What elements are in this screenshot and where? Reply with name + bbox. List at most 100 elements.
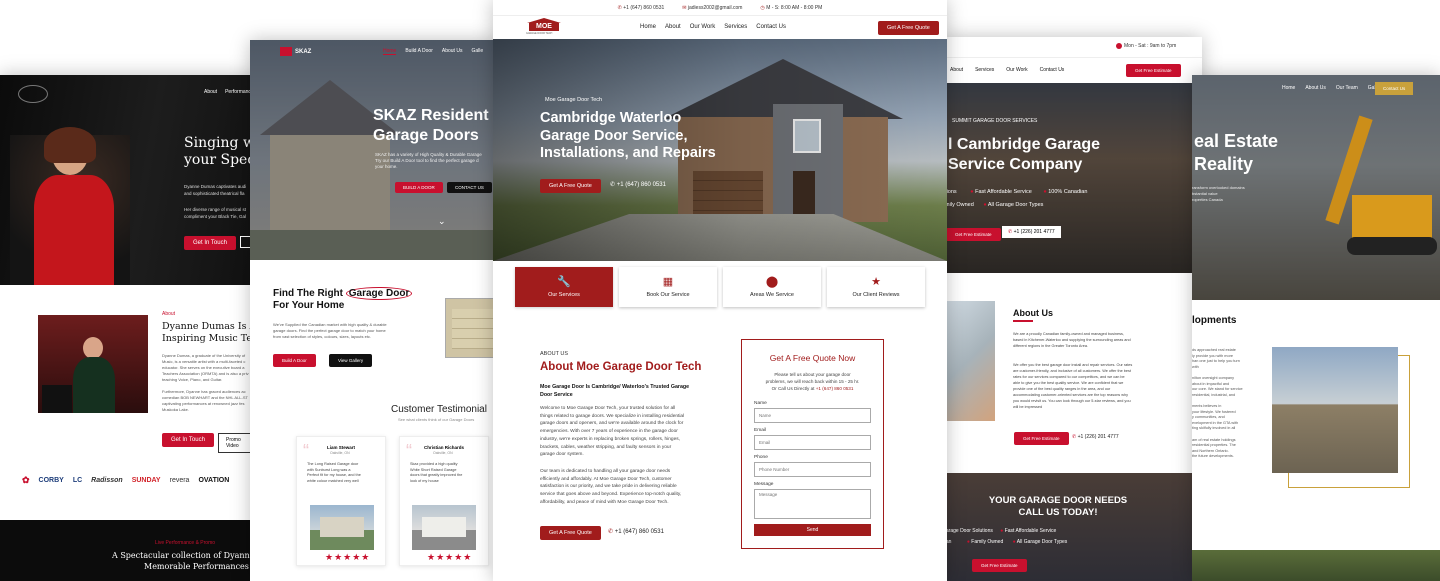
singer-photo [10,115,160,285]
nav-our-work[interactable]: Our Work [690,24,716,30]
top-bar: ✆ +1 (647) 860 0531 ✉ jadiess2002@gmail.… [493,0,947,15]
sponsor-logos: ✿ CORBY LC Radisson SUNDAY revera OVATIO… [22,475,260,486]
nav-home[interactable]: Home [1282,85,1295,91]
get-in-touch-button-2[interactable]: Get In Touch [162,433,214,447]
hero-section: Moe Garage Door Tech Cambridge Waterloo … [493,39,947,261]
check-icon: ● [983,202,987,208]
about-estimate-button[interactable]: Get Free Estimate [1014,432,1069,445]
find-title-post: For Your Home [273,300,345,311]
nav: Home About Us Our Team Gallery [1282,85,1384,91]
tab-areas-we-service[interactable]: ⬤ Areas We Service [723,267,821,307]
find-section: Find The Right Garage Door For Your Home… [250,260,500,380]
hero-title: eal Estate Reality [1194,131,1279,174]
nav-contact-us[interactable]: Contact Us [756,24,786,30]
review-text: Skaz provided a high quality White Short… [410,462,463,483]
tab-book-our-service[interactable]: ▦ Book Our Service [619,267,717,307]
nav-bar: About Services Our Work Contact Us Get F… [940,57,1202,83]
email-input[interactable] [754,435,871,450]
check-3: 100% Canadian [1048,189,1088,195]
nav-about-us[interactable]: About Us [442,48,463,55]
hero-phone-button[interactable]: ✆ +1 (226) 201 4777 [1002,226,1061,238]
phone-icon: ✆ [610,182,616,188]
tab-our-services[interactable]: 🔧 Our Services [515,267,613,307]
about-label: ABOUT US [540,351,569,357]
hero-title: Singing with your Special [184,135,260,168]
hero-phone[interactable]: ✆ +1 (647) 860 0531 [610,181,666,188]
logo[interactable] [18,85,48,103]
send-button[interactable]: Send [754,524,871,536]
build-a-door-button[interactable]: BUILD A DOOR [395,182,443,193]
tab-label: Areas We Service [750,292,794,298]
nav-build-a-door[interactable]: Build A Door [405,48,433,55]
top-hours-text: M - S: 8:00 AM - 8:00 PM [766,4,823,11]
nav-our-work[interactable]: Our Work [1006,67,1027,73]
find-title: Find The Right Garage Door For Your Home [273,287,413,312]
top-email-text: jadiess2002@gmail.com [687,4,743,11]
about-photo [940,301,995,421]
tab-client-reviews[interactable]: ★ Our Client Reviews [827,267,925,307]
about-quote-button[interactable]: Get A Free Quote [540,526,601,540]
skaz-logo[interactable]: SKAZ [280,47,311,56]
moe-logo[interactable]: MOE GARAGE DOOR TECH [523,18,565,37]
testimonials-section: Customer Testimonial See what clients th… [250,380,500,581]
about-title: About Moe Garage Door Tech [540,361,702,373]
phone-label: Phone [754,455,768,460]
testimonial-card-1: “ Liam Stewart Oakville, ON The Long Rai… [296,436,386,566]
about-phone[interactable]: ✆ +1 (647) 860 0531 [608,528,664,535]
contact-us-button[interactable]: CONTACT US [447,182,492,193]
contact-us-button[interactable]: Contact Us [1375,82,1414,95]
form-description: Please tell us about your garage door pr… [742,371,883,392]
nav-about[interactable]: About [204,89,217,95]
cta-check-4: Family Owned [971,539,1004,545]
form-phone-link[interactable]: +1 (647) 860 0531 [816,386,854,391]
about-phone[interactable]: ✆ +1 (226) 201 4777 [1072,434,1119,440]
chevron-down-icon[interactable]: ⌄ [438,216,446,227]
cta-check-2: Fast Affordable Service [1004,528,1057,534]
nav-about[interactable]: About [950,67,963,73]
message-input[interactable] [754,489,871,519]
about-section: About Dyanne Dumas Is A Ta Inspiring Mus… [0,285,260,465]
hero-phone-text: +1 (647) 860 0531 [616,182,666,188]
hero-quote-button[interactable]: Get A Free Quote [540,179,601,193]
nav-quote-button[interactable]: Get A Free Quote [878,21,939,35]
top-email[interactable]: ✉ jadiess2002@gmail.com [682,5,742,11]
nav-gallery[interactable]: Galle [471,48,483,55]
build-a-door-button-2[interactable]: Build A Door [273,354,316,367]
view-gallery-button[interactable]: View Gallery [329,354,373,367]
hero-text-1: Dyanne Dumas captivates audi and sophist… [184,184,247,196]
cta-checks: Garage Door Solutions ● Fast Affordable … [942,528,1068,545]
nav-our-team[interactable]: Our Team [1336,85,1358,91]
top-phone[interactable]: ✆ +1 (647) 860 0531 [618,5,665,11]
nav-contact-us[interactable]: Contact Us [1040,67,1065,73]
phone-input[interactable] [754,462,871,477]
logo-revera: revera [169,477,190,484]
excavator [1312,105,1440,265]
website-dyanne-dumas: About Performances Singing with your Spe… [0,75,260,581]
name-input[interactable] [754,408,871,423]
reviewer-location: Oakville, ON [330,451,350,455]
top-bar: Mon - Sat : 9am to 7pm [940,37,1202,57]
nav-home[interactable]: Home [640,24,656,30]
nav-home[interactable]: Home [383,48,397,55]
cta-section: YOUR GARAGE DOOR NEEDS CALL US TODAY! Ga… [940,473,1202,581]
nav: About Services Our Work Contact Us [950,67,1064,73]
hero-section: About Performances Singing with your Spe… [0,75,260,285]
logo-text: SKAZ [295,48,312,55]
get-in-touch-button[interactable]: Get In Touch [184,236,236,250]
name-label: Name [754,401,767,406]
about-text-2: We offer you the best garage door instal… [1013,363,1133,409]
cta-estimate-button[interactable]: Get Free Estimate [972,559,1027,572]
nav-about-us[interactable]: About Us [1305,85,1326,91]
quote-form: Get A Free Quote Now Please tell us abou… [741,339,884,549]
website-summit: Mon - Sat : 9am to 7pm About Services Ou… [940,37,1202,581]
get-free-estimate-button[interactable]: Get Free Estimate [1126,64,1181,77]
hero-text-2: Her diverse range of musical st complime… [184,207,247,219]
nav-services[interactable]: Services [724,24,747,30]
nav-about[interactable]: About [665,24,681,30]
developments-section: lopments ds approached real estate ly pr… [1192,300,1440,550]
about-label: About [162,311,176,317]
hero-text: ransform overlooked domains bstantial va… [1192,185,1245,202]
nav-services[interactable]: Services [975,67,994,73]
form-title: Get A Free Quote Now [769,353,856,363]
hero-estimate-button[interactable]: Get Free Estimate [946,228,1001,241]
